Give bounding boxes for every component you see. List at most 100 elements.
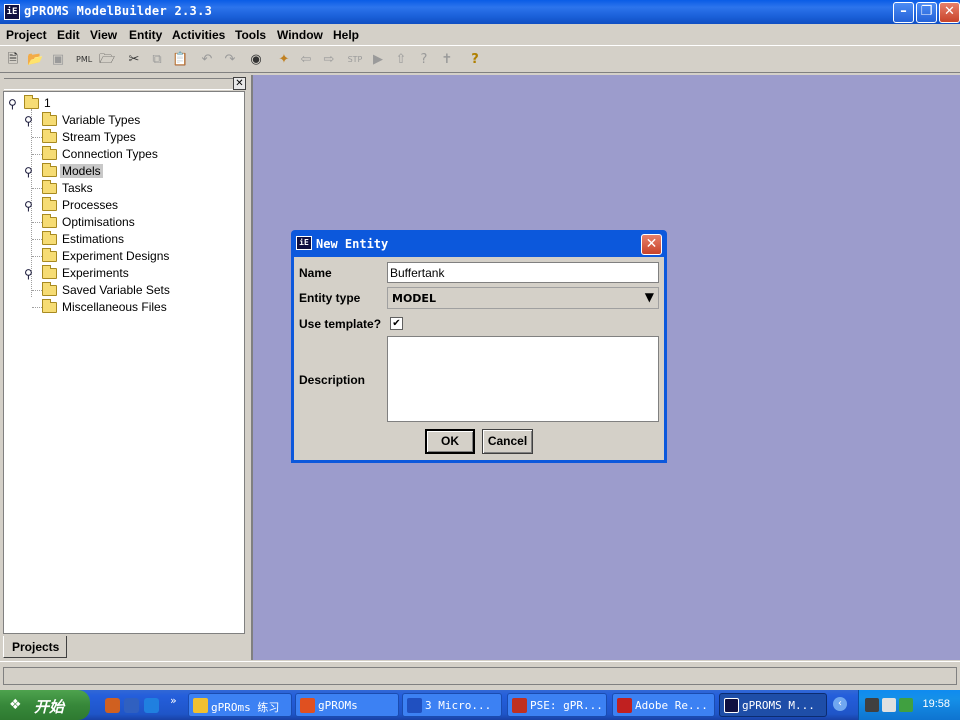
- taskbar-item-active[interactable]: gPROMS M...: [719, 693, 827, 717]
- tree-root[interactable]: ⚲ 1: [8, 95, 68, 112]
- folder-icon: [42, 112, 57, 126]
- quicklaunch-player-icon[interactable]: [124, 698, 139, 713]
- quicklaunch-browser-icon[interactable]: [144, 698, 159, 713]
- start-button[interactable]: ❖ 开始: [0, 690, 90, 720]
- project-tree[interactable]: ⚲ 1 ⚲ Variable Types Stream Types Connec…: [3, 91, 245, 634]
- stp-icon[interactable]: STP: [347, 52, 363, 68]
- copy-icon[interactable]: ⧉: [149, 52, 165, 68]
- taskbar-item[interactable]: gPROms 练习: [188, 693, 292, 717]
- help-icon[interactable]: ?: [467, 52, 483, 68]
- folder-icon: [42, 282, 57, 296]
- taskbar: ❖ 开始 » gPROms 练习 gPROMs 3 Micro... PSE: …: [0, 690, 960, 720]
- tree-item-label: Miscellaneous Files: [62, 300, 167, 314]
- tree-item-tasks[interactable]: Tasks: [24, 180, 224, 197]
- use-template-checkbox[interactable]: ✔: [390, 317, 403, 330]
- description-textarea[interactable]: [387, 336, 659, 422]
- dialog-titlebar[interactable]: iE New Entity ✕: [291, 230, 667, 258]
- dialog-body: Name Buffertank Entity type MODEL ▼ Use …: [294, 257, 664, 460]
- expand-key-icon[interactable]: ⚲: [24, 114, 33, 128]
- restore-button[interactable]: ❐: [916, 2, 937, 23]
- new-file-icon[interactable]: 🗎: [5, 52, 21, 68]
- quicklaunch-overflow-icon[interactable]: »: [170, 694, 177, 707]
- folder-icon: [42, 180, 57, 194]
- taskbar-item-label: gPROms 练习: [211, 701, 280, 714]
- expand-key-icon[interactable]: ⚲: [24, 199, 33, 213]
- menu-project[interactable]: Project: [6, 28, 47, 42]
- new-entity-dialog: iE New Entity ✕ Name Buffertank Entity t…: [291, 230, 667, 463]
- menu-entity[interactable]: Entity: [129, 28, 162, 42]
- taskbar-item[interactable]: 3 Micro...: [402, 693, 502, 717]
- wand-icon[interactable]: ✝: [439, 52, 455, 68]
- save-icon[interactable]: ▣: [50, 52, 66, 68]
- network-icon[interactable]: [865, 698, 879, 712]
- run-icon[interactable]: ▶: [370, 52, 386, 68]
- tree-item-label: Tasks: [62, 181, 93, 195]
- clock[interactable]: 19:58: [922, 698, 950, 710]
- panel-close-icon[interactable]: ✕: [233, 77, 246, 90]
- tree-item-optimisations[interactable]: Optimisations: [24, 214, 224, 231]
- ok-button[interactable]: OK: [425, 429, 475, 454]
- forward-icon[interactable]: ⇨: [321, 52, 337, 68]
- menu-view[interactable]: View: [90, 28, 117, 42]
- help-query-icon[interactable]: ?: [416, 52, 432, 68]
- dialog-close-button[interactable]: ✕: [641, 234, 662, 255]
- tree-root-label: 1: [44, 96, 51, 110]
- folder-icon: [42, 146, 57, 160]
- tree-item-experiment-designs[interactable]: Experiment Designs: [24, 248, 224, 265]
- name-field[interactable]: Buffertank: [387, 262, 659, 283]
- undo-icon[interactable]: ↶: [199, 52, 215, 68]
- antivirus-icon[interactable]: [899, 698, 913, 712]
- tree-item-variable-types[interactable]: ⚲ Variable Types: [24, 112, 224, 129]
- pml-icon[interactable]: PML: [76, 52, 92, 68]
- status-bar: [0, 661, 960, 689]
- chevron-down-icon[interactable]: ▼: [645, 290, 654, 304]
- tree-item-stream-types[interactable]: Stream Types: [24, 129, 224, 146]
- tree-guide: [32, 137, 42, 138]
- open-project-icon[interactable]: 🗁: [99, 52, 115, 68]
- expand-key-icon[interactable]: ⚲: [24, 165, 33, 179]
- folder-icon: [42, 197, 57, 211]
- tab-projects[interactable]: Projects: [3, 636, 67, 658]
- menu-edit[interactable]: Edit: [57, 28, 80, 42]
- redo-icon[interactable]: ↷: [222, 52, 238, 68]
- tree-item-experiments[interactable]: ⚲ Experiments: [24, 265, 224, 282]
- open-folder-icon[interactable]: 📂: [27, 52, 43, 68]
- menu-activities[interactable]: Activities: [172, 28, 225, 42]
- tool-icon[interactable]: ✦: [276, 52, 292, 68]
- folder-icon: [42, 299, 57, 313]
- menu-window[interactable]: Window: [277, 28, 323, 42]
- back-icon[interactable]: ⇦: [298, 52, 314, 68]
- tree-item-saved-variable-sets[interactable]: Saved Variable Sets: [24, 282, 224, 299]
- quicklaunch-media-icon[interactable]: [105, 698, 120, 713]
- menu-tools[interactable]: Tools: [235, 28, 266, 42]
- taskbar-item[interactable]: gPROMs: [295, 693, 399, 717]
- close-window-button[interactable]: ✕: [939, 2, 960, 23]
- entity-type-select[interactable]: MODEL ▼: [387, 287, 659, 309]
- find-icon[interactable]: ◉: [248, 52, 264, 68]
- project-panel: ✕ ⚲ 1 ⚲ Variable Types Stream Types Conn…: [0, 75, 250, 660]
- paste-icon[interactable]: 📋: [172, 52, 188, 68]
- taskbar-item[interactable]: Adobe Re...: [612, 693, 715, 717]
- minimize-button[interactable]: –: [893, 2, 914, 23]
- taskbar-item[interactable]: PSE: gPR...: [507, 693, 607, 717]
- expand-key-icon[interactable]: ⚲: [8, 97, 17, 111]
- tree-item-miscellaneous-files[interactable]: Miscellaneous Files: [24, 299, 224, 316]
- tree-guide: [32, 222, 42, 223]
- cancel-button[interactable]: Cancel: [482, 429, 533, 454]
- tray-expand-icon[interactable]: ‹: [833, 697, 847, 711]
- powerpoint-icon: [300, 698, 315, 713]
- up-icon[interactable]: ⇧: [393, 52, 409, 68]
- menu-help[interactable]: Help: [333, 28, 359, 42]
- cut-icon[interactable]: ✂: [126, 52, 142, 68]
- expand-key-icon[interactable]: ⚲: [24, 267, 33, 281]
- volume-icon[interactable]: [882, 698, 896, 712]
- system-tray: 19:58: [858, 690, 960, 720]
- tree-item-estimations[interactable]: Estimations: [24, 231, 224, 248]
- status-message: [3, 667, 957, 685]
- tree-item-processes[interactable]: ⚲ Processes: [24, 197, 224, 214]
- tree-item-models[interactable]: ⚲ Models: [24, 163, 224, 180]
- tree-guide: [32, 188, 42, 189]
- entity-type-label: Entity type: [299, 291, 361, 305]
- window-titlebar[interactable]: iE gPROMS ModelBuilder 2.3.3 – ❐ ✕: [0, 0, 960, 24]
- tree-item-connection-types[interactable]: Connection Types: [24, 146, 224, 163]
